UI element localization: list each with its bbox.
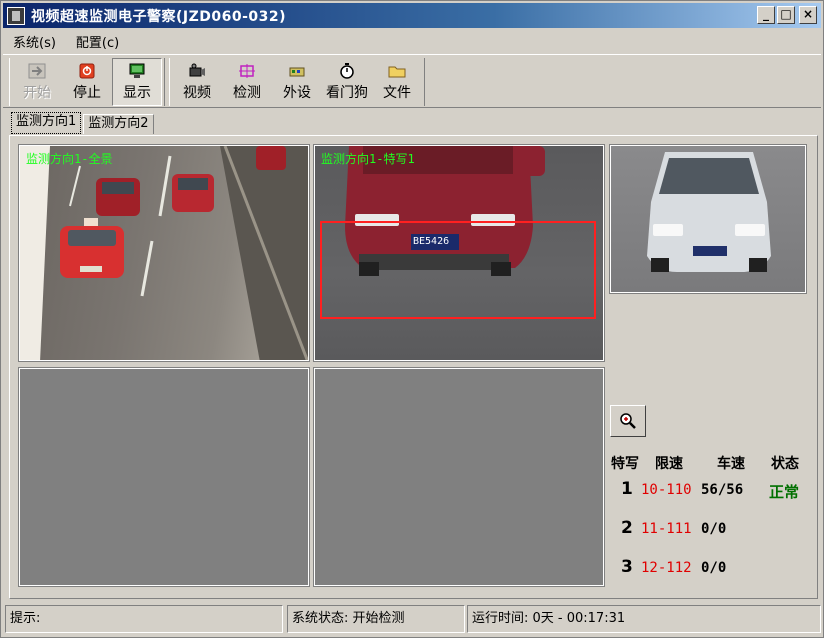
row-3-limit: 12-112 bbox=[641, 560, 692, 576]
header-speed-limit: 限速 bbox=[655, 456, 683, 472]
watchdog-button[interactable]: 看门狗 bbox=[322, 58, 372, 106]
overview-caption: 监测方向1-全景 bbox=[26, 152, 113, 166]
status-hint: 提示: bbox=[5, 605, 283, 633]
file-button[interactable]: 文件 bbox=[372, 58, 422, 106]
row-2-num: 2 bbox=[621, 518, 633, 538]
peripheral-label: 外设 bbox=[283, 84, 311, 101]
status-runtime: 运行时间: 0天 - 00:17:31 bbox=[467, 605, 821, 633]
overview-scene bbox=[20, 146, 308, 360]
minimize-button[interactable]: _ bbox=[757, 6, 775, 24]
file-label: 文件 bbox=[383, 84, 411, 101]
toolbar: 开始 停止 显示 视频 检测 外设 看门狗 文件 bbox=[3, 54, 821, 108]
toolbar-group-settings: 视频 检测 外设 看门狗 文件 bbox=[169, 58, 425, 106]
video-label: 视频 bbox=[183, 84, 211, 101]
zoom-button[interactable] bbox=[610, 405, 646, 437]
empty-video-pane-1[interactable] bbox=[18, 367, 310, 587]
start-button[interactable]: 开始 bbox=[12, 58, 62, 106]
header-closeup: 特写 bbox=[611, 456, 639, 472]
peripheral-button[interactable]: 外设 bbox=[272, 58, 322, 106]
row-1-status: 正常 bbox=[769, 483, 800, 501]
tab-direction-2[interactable]: 监测方向2 bbox=[83, 114, 154, 134]
title-bar[interactable]: 视频超速监测电子警察(JZD060-032) _ □ × bbox=[3, 3, 821, 28]
display-button[interactable]: 显示 bbox=[112, 58, 162, 106]
row-2-speed: 0/0 bbox=[701, 521, 727, 537]
app-icon bbox=[7, 6, 25, 25]
stop-label: 停止 bbox=[73, 84, 101, 101]
arrow-right-icon bbox=[28, 63, 46, 78]
snapshot-image bbox=[647, 152, 771, 272]
close-button[interactable]: × bbox=[799, 6, 817, 24]
closeup-scene bbox=[320, 146, 596, 319]
tab-direction-1[interactable]: 监测方向1 bbox=[11, 112, 82, 134]
closeup-caption: 监测方向1-特写1 bbox=[321, 152, 415, 166]
video-button[interactable]: 视频 bbox=[172, 58, 222, 106]
closeup-video-pane[interactable]: BE5426 监测方向1-特写1 bbox=[313, 144, 605, 362]
window-title: 视频超速监测电子警察(JZD060-032) bbox=[31, 8, 287, 25]
watchdog-label: 看门狗 bbox=[326, 84, 368, 101]
stopwatch-icon bbox=[340, 62, 354, 79]
toolbar-group-control: 开始 停止 显示 bbox=[9, 58, 165, 106]
empty-video-pane-2[interactable] bbox=[313, 367, 605, 587]
stop-icon bbox=[79, 63, 95, 78]
header-status: 状态 bbox=[771, 456, 799, 472]
row-1-speed: 56/56 bbox=[701, 482, 744, 498]
display-label: 显示 bbox=[123, 84, 151, 101]
row-3-num: 3 bbox=[621, 557, 633, 577]
camera-icon bbox=[189, 63, 205, 76]
row-3-speed: 0/0 bbox=[701, 560, 727, 576]
zoom-in-icon bbox=[620, 413, 636, 429]
stop-button[interactable]: 停止 bbox=[62, 58, 112, 106]
detect-label: 检测 bbox=[233, 84, 261, 101]
overview-video-pane[interactable]: 监测方向1-全景 bbox=[18, 144, 310, 362]
row-2-limit: 11-111 bbox=[641, 521, 692, 537]
monitor-icon bbox=[129, 63, 145, 78]
peripheral-icon bbox=[289, 67, 305, 76]
detect-grid-icon bbox=[239, 63, 255, 78]
status-system: 系统状态: 开始检测 bbox=[287, 605, 465, 633]
menu-system[interactable]: 系统(s) bbox=[3, 32, 66, 51]
closeup-plate: BE5426 bbox=[413, 236, 450, 247]
menu-bar: 系统(s) 配置(c) bbox=[3, 30, 129, 52]
menu-config[interactable]: 配置(c) bbox=[66, 32, 129, 51]
direction-tabs: 监测方向1 监测方向2 bbox=[11, 112, 156, 136]
status-bar: 提示: 系统状态: 开始检测 运行时间: 0天 - 00:17:31 bbox=[3, 605, 821, 635]
start-label: 开始 bbox=[23, 84, 51, 101]
folder-icon bbox=[388, 66, 406, 77]
snapshot-pane[interactable] bbox=[609, 144, 807, 294]
maximize-button[interactable]: □ bbox=[777, 6, 795, 24]
row-1-limit: 10-110 bbox=[641, 482, 692, 498]
main-window: 视频超速监测电子警察(JZD060-032) _ □ × 系统(s) 配置(c)… bbox=[0, 0, 824, 638]
row-1-num: 1 bbox=[621, 479, 633, 499]
header-vehicle-speed: 车速 bbox=[717, 456, 745, 472]
detect-button[interactable]: 检测 bbox=[222, 58, 272, 106]
